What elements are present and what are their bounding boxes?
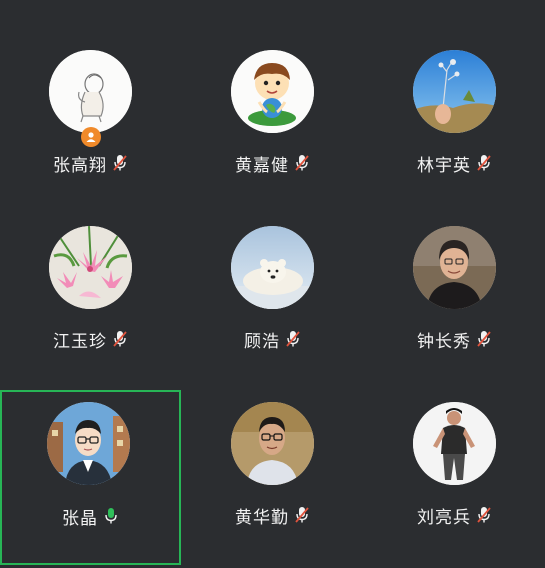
sketch-drawing-avatar-icon [49, 50, 132, 133]
participant-tile[interactable]: 顾浩 [182, 176, 363, 352]
participant-name-row: 钟长秀 [364, 328, 545, 352]
participant-grid: 张高翔 黄嘉健 林宇英 江玉珍 顾浩 钟长秀 张晶 黄华勤 刘亮兵 [0, 0, 545, 568]
participant-name-row: 黄华勤 [182, 504, 363, 528]
participant-name: 张晶 [62, 508, 98, 529]
participant-tile[interactable]: 钟长秀 [364, 176, 545, 352]
participant-tile[interactable]: 刘亮兵 [364, 352, 545, 528]
participant-tile[interactable]: 黄嘉健 [182, 0, 363, 176]
participant-name: 林宇英 [417, 155, 471, 176]
participant-name: 江玉珍 [53, 331, 107, 352]
man-standing-photo-avatar-icon [413, 402, 496, 485]
polar-bear-avatar-icon [231, 226, 314, 309]
participant-name-row: 张高翔 [0, 152, 181, 176]
mic-muted-icon[interactable] [112, 330, 128, 348]
participant-name: 黄嘉健 [235, 155, 289, 176]
participant-name-row: 顾浩 [182, 328, 363, 352]
mic-muted-icon[interactable] [294, 154, 310, 172]
participant-tile[interactable]: 林宇英 [364, 0, 545, 176]
participant-tile[interactable]: 张高翔 [0, 0, 181, 176]
cartoon-boy-globe-avatar-icon [231, 50, 314, 133]
mic-active-icon[interactable] [103, 507, 119, 525]
participant-name-row: 江玉珍 [0, 328, 181, 352]
participant-name: 黄华勤 [235, 507, 289, 528]
participant-name: 刘亮兵 [417, 507, 471, 528]
cartoon-man-glasses-avatar-icon [47, 402, 130, 485]
lily-flowers-avatar-icon [49, 226, 132, 309]
participant-name-row: 林宇英 [364, 152, 545, 176]
participant-name: 顾浩 [244, 331, 280, 352]
participant-tile[interactable]: 黄华勤 [182, 352, 363, 528]
participant-tile-active-speaker[interactable]: 张晶 [0, 390, 181, 565]
sky-flowers-avatar-icon [413, 50, 496, 133]
participant-name: 张高翔 [53, 155, 107, 176]
mic-muted-icon[interactable] [476, 330, 492, 348]
man-glasses-photo-avatar-icon [231, 402, 314, 485]
participant-name-row: 刘亮兵 [364, 504, 545, 528]
participant-name-row: 张晶 [2, 505, 179, 529]
participant-name-row: 黄嘉健 [182, 152, 363, 176]
mic-muted-icon[interactable] [476, 506, 492, 524]
mic-muted-icon[interactable] [285, 330, 301, 348]
participant-name: 钟长秀 [417, 331, 471, 352]
host-badge-icon [80, 127, 101, 147]
mic-muted-icon[interactable] [112, 154, 128, 172]
mic-muted-icon[interactable] [476, 154, 492, 172]
mic-muted-icon[interactable] [294, 506, 310, 524]
participant-tile[interactable]: 江玉珍 [0, 176, 181, 352]
woman-photo-avatar-icon [413, 226, 496, 309]
